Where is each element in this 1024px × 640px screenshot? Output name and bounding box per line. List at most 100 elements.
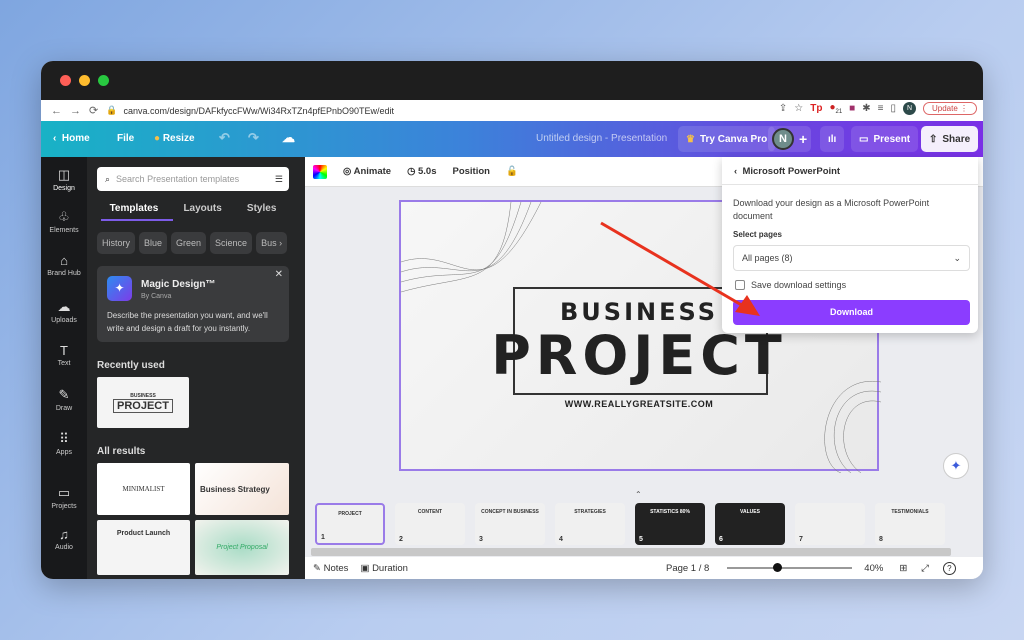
rail-label: Design — [53, 185, 75, 192]
duration-toggle[interactable]: ▣ Duration — [360, 563, 408, 574]
zoom-level[interactable]: 40% — [864, 563, 883, 574]
grid-view-icon[interactable]: ⊞ — [899, 563, 907, 574]
help-icon[interactable]: ? — [942, 561, 956, 575]
file-menu[interactable]: File — [117, 133, 134, 144]
thumbnail-scrollbar[interactable] — [311, 548, 951, 556]
design-icon: ◫ — [57, 167, 71, 182]
slide-website[interactable]: WWW.REALLYGREATSITE.COM — [401, 399, 877, 409]
try-pro-label: Try Canva Pro — [699, 133, 768, 145]
zoom-slider-knob[interactable] — [773, 563, 783, 572]
media-icon[interactable]: ≡ — [878, 103, 884, 114]
chip-business[interactable]: Bus › — [256, 232, 288, 254]
fullscreen-icon[interactable]: ⤢ — [921, 563, 929, 574]
uploads-icon: ☁ — [57, 299, 71, 314]
design-title[interactable]: Untitled design - Presentation — [536, 133, 667, 144]
nav-arrows-icon[interactable]: ←→⟳ — [51, 104, 106, 117]
page-indicator[interactable]: Page 1 / 8 — [666, 563, 709, 574]
home-button[interactable]: ‹ Home — [53, 133, 90, 144]
close-window-button[interactable] — [60, 75, 71, 86]
rail-item-apps[interactable]: ⠿ Apps — [41, 431, 87, 456]
template-result[interactable]: MINIMALIST — [97, 463, 190, 515]
chip-green[interactable]: Green — [171, 232, 207, 254]
duration-button[interactable]: ◷ 5.0s — [407, 166, 436, 177]
rail-item-design[interactable]: ◫ Design — [41, 167, 87, 192]
template-result[interactable]: Business Strategy — [195, 463, 289, 515]
rail-label: Audio — [55, 544, 73, 551]
chip-science[interactable]: Science — [210, 232, 253, 254]
popup-title: Microsoft PowerPoint — [742, 166, 841, 177]
editor-canvas: ◎ Animate ◷ 5.0s Position 🔓 BUSINESS PRO… — [305, 157, 983, 579]
magic-assistant-button[interactable]: ✦ — [943, 453, 969, 479]
zoom-slider[interactable] — [727, 563, 853, 572]
browser-toolbar: ←→⟳ 🔒 canva.com/design/DAFkfyccFWw/Wi34R… — [41, 100, 983, 121]
maximize-window-button[interactable] — [98, 75, 109, 86]
page-thumbnail[interactable]: STATISTICS 80% 5 — [635, 503, 705, 545]
profile-avatar[interactable]: N — [902, 102, 916, 115]
extension-badge-icon[interactable]: ●21 — [829, 102, 842, 115]
rail-item-uploads[interactable]: ☁ Uploads — [41, 299, 87, 324]
minimize-window-button[interactable] — [79, 75, 90, 86]
close-icon[interactable]: ✕ — [275, 269, 283, 280]
cloud-save-icon[interactable]: ☁ — [282, 130, 295, 146]
page-thumbnail[interactable]: 7 — [795, 503, 865, 545]
chevron-right-icon[interactable]: › — [277, 238, 282, 248]
page-number: 5 — [639, 536, 643, 543]
lock-icon[interactable]: 🔓 — [506, 166, 518, 177]
rail-item-draw[interactable]: ✎ Draw — [41, 387, 87, 412]
slide-title-line2[interactable]: PROJECT — [401, 324, 877, 387]
page-thumbnail[interactable]: STRATEGIES 4 — [555, 503, 625, 545]
notes-button[interactable]: ✎ Notes — [313, 563, 348, 574]
template-result[interactable]: Project Proposal — [195, 520, 289, 575]
animate-button[interactable]: ◎ Animate — [343, 166, 391, 177]
page-thumbnail[interactable]: CONTENT 2 — [395, 503, 465, 545]
magic-design-card[interactable]: ✦ Magic Design™ By Canva ✕ Describe the … — [97, 266, 289, 342]
recent-template[interactable]: BUSINESS PROJECT — [97, 377, 189, 428]
page-thumbnail[interactable]: PROJECT 1 — [315, 503, 385, 545]
collapse-handle[interactable]: ⌃ — [635, 490, 642, 499]
template-search-input[interactable]: ⌕ Search Presentation templates ☰ — [97, 167, 289, 191]
rail-label: Text — [57, 360, 71, 367]
rail-item-brand-hub[interactable]: ⌂ Brand Hub — [41, 253, 87, 277]
rail-item-elements[interactable]: ♧ Elements — [41, 209, 87, 234]
rail-item-projects[interactable]: ▭ Projects — [41, 485, 87, 510]
back-chevron-icon[interactable]: ‹ — [734, 166, 737, 177]
extension-square-icon[interactable]: ■ — [849, 103, 855, 114]
present-label: Present — [873, 133, 911, 145]
add-collaborator-icon[interactable]: + — [799, 131, 807, 147]
templates-panel: ⌕ Search Presentation templates ☰ Template… — [87, 157, 305, 579]
position-button[interactable]: Position — [453, 166, 490, 177]
address-bar[interactable]: canva.com/design/DAFkfyccFWw/Wi34RxTZn4p… — [123, 106, 394, 116]
page-thumbnails: PROJECT 1 CONTENT 2 CONCEPT IN BUSINESS 3 STRA… — [305, 501, 983, 547]
page-thumbnail[interactable]: VALUES 6 — [715, 503, 785, 545]
page-thumbnail[interactable]: CONCEPT IN BUSINESS 3 — [475, 503, 545, 545]
user-avatar[interactable]: N — [772, 128, 794, 150]
brand-hub-icon: ⌂ — [60, 253, 68, 268]
template-result[interactable]: Product Launch — [97, 520, 190, 575]
share-page-icon[interactable]: ⇪ — [779, 103, 787, 114]
extension-badge: 21 — [835, 109, 843, 115]
share-button[interactable]: ⇧ Share — [921, 126, 979, 152]
bookmark-star-icon[interactable]: ☆ — [794, 103, 803, 114]
present-button[interactable]: ▭ Present — [851, 126, 919, 152]
update-button[interactable]: Update ⋮ — [922, 102, 977, 115]
tab-styles[interactable]: Styles — [247, 203, 276, 214]
tab-layouts[interactable]: Layouts — [183, 203, 221, 214]
tab-templates[interactable]: Templates — [110, 203, 159, 214]
color-picker-icon[interactable] — [313, 164, 327, 179]
insights-button[interactable]: ılı — [820, 126, 845, 152]
try-canva-pro-button[interactable]: ♛ Try Canva Pro — [678, 126, 776, 152]
chip-history[interactable]: History — [97, 232, 136, 254]
rail-item-text[interactable]: T Text — [41, 343, 87, 367]
extensions-puzzle-icon[interactable]: ✱ — [862, 103, 870, 114]
redo-icon[interactable]: ↷ — [248, 130, 259, 146]
extension-tp-icon[interactable]: Tp — [810, 103, 822, 114]
page-thumbnail[interactable]: TESTIMONIALS 8 — [875, 503, 945, 545]
rail-item-audio[interactable]: ♫ Audio — [41, 527, 87, 551]
undo-icon[interactable]: ↶ — [219, 130, 230, 146]
sidepanel-icon[interactable]: ▯ — [890, 103, 896, 114]
chip-blue[interactable]: Blue — [139, 232, 168, 254]
resize-button[interactable]: ● Resize — [154, 133, 195, 144]
filter-icon[interactable]: ☰ — [275, 174, 283, 185]
canva-header: ‹ Home File ● Resize ↶ ↷ ☁ Untitled desi… — [41, 121, 983, 157]
duration-label: 5.0s — [418, 166, 437, 177]
